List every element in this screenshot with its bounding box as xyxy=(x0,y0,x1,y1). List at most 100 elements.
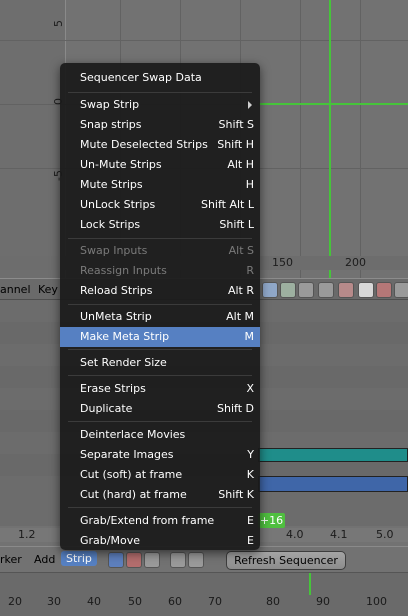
view-icon[interactable] xyxy=(262,282,278,298)
menu-item-swap-strip[interactable]: Swap Strip xyxy=(60,95,260,115)
submenu-arrow-icon xyxy=(248,101,252,109)
menu-item-cut-soft[interactable]: Cut (soft) at frame K xyxy=(60,465,260,485)
menu-item-duplicate[interactable]: Duplicate Shift D xyxy=(60,399,260,419)
timeline-tick-label: 100 xyxy=(366,595,387,608)
menu-item-label: Separate Images xyxy=(80,448,174,461)
menu-item-mute-deselected[interactable]: Mute Deselected Strips Shift H xyxy=(60,135,260,155)
menu-item-label: Duplicate xyxy=(80,402,133,415)
menu-item-shortcut: E xyxy=(247,534,254,547)
add-menu[interactable]: Add xyxy=(34,553,55,566)
checker-icon[interactable] xyxy=(358,282,374,298)
menu-item-shortcut: E xyxy=(247,514,254,527)
refresh-sequencer-button[interactable]: Refresh Sequencer xyxy=(226,551,346,570)
grid-line xyxy=(300,0,301,278)
current-frame-line xyxy=(329,0,331,278)
sequence-strip[interactable] xyxy=(258,448,408,462)
menu-item-label: Reassign Inputs xyxy=(80,264,167,277)
preview-view-icon[interactable] xyxy=(126,552,142,568)
paste-icon[interactable] xyxy=(188,552,204,568)
menu-item-label: Lock Strips xyxy=(80,218,141,231)
menu-item-unlock-strips[interactable]: UnLock Strips Shift Alt L xyxy=(60,195,260,215)
copy-icon[interactable] xyxy=(170,552,186,568)
ruler-tick-label: 150 xyxy=(272,256,293,269)
menu-item-shortcut: Shift L xyxy=(219,218,254,231)
menu-item-label: Set Render Size xyxy=(80,356,167,369)
channel-menu[interactable]: annel xyxy=(0,283,31,296)
menu-separator xyxy=(68,421,252,422)
menu-item-grab-move[interactable]: Grab/Move E xyxy=(60,531,260,551)
menu-separator xyxy=(68,375,252,376)
menu-item-label: Swap Inputs xyxy=(80,244,148,257)
menu-item-label: Mute Deselected Strips xyxy=(80,138,208,151)
timeline-tick-label: 20 xyxy=(8,595,22,608)
time-tick-label: 1.2 xyxy=(18,528,36,541)
menu-item-shortcut: H xyxy=(245,178,254,191)
menu-item-snap-strips[interactable]: Snap strips Shift S xyxy=(60,115,260,135)
ruler-tick-label: 200 xyxy=(345,256,366,269)
menu-item-shortcut: Shift Alt L xyxy=(200,198,254,211)
menu-item-cut-hard[interactable]: Cut (hard) at frame Shift K xyxy=(60,485,260,505)
overlay-icon[interactable] xyxy=(394,282,408,298)
split-view-icon[interactable] xyxy=(144,552,160,568)
menu-separator xyxy=(68,507,252,508)
timeline-tick-label: 40 xyxy=(87,595,101,608)
sequencer-view-icon[interactable] xyxy=(108,552,124,568)
menu-item-shortcut: X xyxy=(246,382,254,395)
menu-item-deinterlace-movies[interactable]: Deinterlace Movies xyxy=(60,425,260,445)
menu-item-shortcut: M xyxy=(244,330,255,343)
menu-item-label: Mute Strips xyxy=(80,178,143,191)
timeline: 20 30 40 50 60 70 80 90 100 xyxy=(0,572,408,616)
menu-item-grab-extend[interactable]: Grab/Extend from frame E xyxy=(60,511,260,531)
menu-item-mute-strips[interactable]: Mute Strips H xyxy=(60,175,260,195)
menu-item-label: Snap strips xyxy=(80,118,142,131)
menu-item-erase-strips[interactable]: Erase Strips X xyxy=(60,379,260,399)
menu-item-label: Cut (soft) at frame xyxy=(80,468,183,481)
menu-item-set-render-size[interactable]: Set Render Size xyxy=(60,353,260,373)
menu-title: Sequencer Swap Data xyxy=(80,71,202,84)
menu-item-unmeta-strip[interactable]: UnMeta Strip Alt M xyxy=(60,307,260,327)
menu-item-shortcut: K xyxy=(246,468,254,481)
time-tick-label: 4.0 xyxy=(286,528,304,541)
menu-item-label: Erase Strips xyxy=(80,382,146,395)
strip-menu[interactable]: Strip xyxy=(61,551,97,566)
channel-icon[interactable] xyxy=(376,282,392,298)
color-icon[interactable] xyxy=(338,282,354,298)
time-tick-label: 4.1 xyxy=(330,528,348,541)
menu-item-label: Grab/Extend from frame xyxy=(80,514,215,527)
menu-item-label: Un-Mute Strips xyxy=(80,158,162,171)
marker-menu[interactable]: rker xyxy=(0,553,22,566)
menu-item-reload-strips[interactable]: Reload Strips Alt R xyxy=(60,281,260,301)
menu-separator xyxy=(68,92,252,93)
menu-item-label: UnLock Strips xyxy=(80,198,156,211)
strip-popup-menu: Sequencer Swap Data Swap Strip Snap stri… xyxy=(60,63,260,550)
grid-line xyxy=(0,40,408,41)
timeline-tick-label: 60 xyxy=(168,595,182,608)
menu-item-lock-strips[interactable]: Lock Strips Shift L xyxy=(60,215,260,235)
key-menu[interactable]: Key xyxy=(38,283,58,296)
vertical-ruler xyxy=(0,0,66,278)
menu-item-unmute-strips[interactable]: Un-Mute Strips Alt H xyxy=(60,155,260,175)
menu-item-shortcut: Shift D xyxy=(217,402,254,415)
menu-item-label: Cut (hard) at frame xyxy=(80,488,187,501)
timeline-tick-label: 50 xyxy=(128,595,142,608)
render-icon[interactable] xyxy=(318,282,334,298)
horizontal-cursor-line xyxy=(259,103,408,105)
grid-line xyxy=(360,0,361,278)
menu-item-shortcut: Shift H xyxy=(217,138,254,151)
menu-separator xyxy=(68,304,252,305)
menu-separator xyxy=(68,238,252,239)
image-icon[interactable] xyxy=(298,282,314,298)
menu-item-shortcut: Alt S xyxy=(228,244,254,257)
menu-item-shortcut: Alt R xyxy=(227,284,254,297)
menu-item-shortcut: Alt M xyxy=(226,310,254,323)
menu-item-separate-images[interactable]: Separate Images Y xyxy=(60,445,260,465)
menu-item-label: Reload Strips xyxy=(80,284,153,297)
menu-item-reassign-inputs: Reassign Inputs R xyxy=(60,261,260,281)
menu-item-label: UnMeta Strip xyxy=(80,310,152,323)
globe-icon[interactable] xyxy=(280,282,296,298)
frame-offset-badge: +16 xyxy=(258,513,285,528)
timeline-tick-label: 90 xyxy=(316,595,330,608)
sequence-strip[interactable] xyxy=(258,476,408,492)
menu-item-make-meta-strip[interactable]: Make Meta Strip M xyxy=(60,327,260,347)
vertical-tick-label: 5 xyxy=(52,20,65,27)
